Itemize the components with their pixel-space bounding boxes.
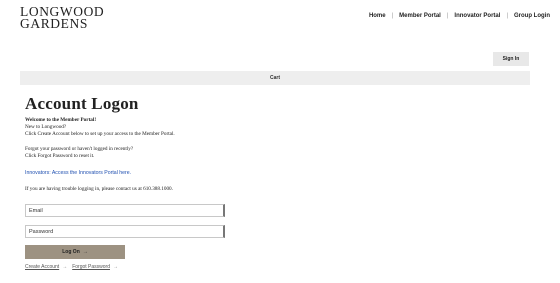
nav-group-login[interactable]: Group Login bbox=[514, 13, 550, 19]
forgot-line-2: Click Forgot Password to reset it. bbox=[25, 153, 95, 159]
top-navigation: Home | Member Portal | Innovator Portal … bbox=[369, 13, 550, 19]
logo-line-2: GARDENS bbox=[20, 16, 88, 31]
arrow-right-icon: → bbox=[112, 264, 118, 270]
arrow-right-icon: → bbox=[62, 264, 68, 270]
welcome-line-1: New to Longwood? bbox=[25, 124, 67, 130]
innovators-portal-link[interactable]: Innovators: Access the Innovators Portal… bbox=[25, 170, 131, 177]
nav-innovator-portal[interactable]: Innovator Portal bbox=[454, 13, 500, 19]
arrow-right-icon: → bbox=[82, 249, 88, 255]
log-on-button[interactable]: Log On → bbox=[25, 245, 125, 259]
welcome-heading: Welcome to the Member Portal! bbox=[25, 117, 97, 123]
nav-separator: | bbox=[446, 13, 449, 19]
longwood-gardens-logo[interactable]: LONGWOOD GARDENS bbox=[20, 5, 104, 31]
log-on-label: Log On bbox=[62, 249, 80, 255]
nav-separator: | bbox=[506, 13, 508, 19]
sign-in-button[interactable]: Sign In bbox=[493, 52, 529, 66]
welcome-line-2: Click Create Account below to set up you… bbox=[25, 131, 175, 137]
trouble-contact-text: If you are having trouble logging in, pl… bbox=[25, 186, 173, 192]
create-account-link[interactable]: Create Account bbox=[25, 264, 59, 270]
page-title: Account Logon bbox=[25, 94, 139, 113]
forgot-line-1: Forgot your password or haven't logged i… bbox=[25, 146, 134, 152]
nav-home[interactable]: Home bbox=[369, 13, 386, 19]
cart-bar[interactable]: Cart bbox=[20, 71, 530, 85]
email-field[interactable] bbox=[25, 204, 225, 217]
account-links: Create Account → Forgot Password → bbox=[25, 264, 123, 270]
password-field[interactable] bbox=[25, 225, 225, 238]
cart-label: Cart bbox=[269, 75, 280, 81]
forgot-password-link[interactable]: Forgot Password bbox=[72, 264, 110, 270]
nav-separator: | bbox=[391, 13, 394, 19]
nav-member-portal[interactable]: Member Portal bbox=[399, 13, 441, 19]
